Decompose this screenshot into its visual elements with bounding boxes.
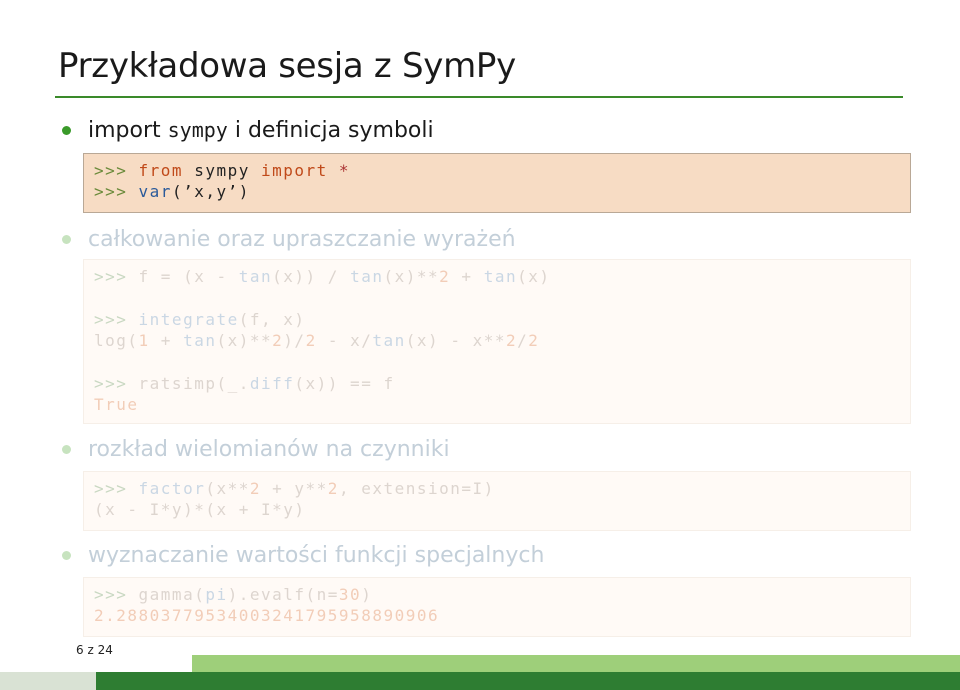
code-line: 2.28803779534003241795958890906 [94, 606, 440, 625]
bullet-label: rozkład wielomianów na czynniki [88, 437, 450, 462]
title-rule [55, 96, 903, 98]
bullet-label: import sympy i definicja symboli [88, 118, 434, 143]
bullet-gamma: wyznaczanie wartości funkcji specjalnych [62, 543, 544, 568]
code-line: >>> f = (x - tan(x)) / tan(x)**2 + tan(x… [94, 267, 551, 286]
slide-title: Przykładowa sesja z SymPy [58, 46, 516, 86]
code-line: >>> ratsimp(_.diff(x)) == f [94, 374, 395, 393]
bullet-dot-icon [62, 235, 71, 244]
bullet-integrate: całkowanie oraz upraszczanie wyrażeń [62, 227, 516, 252]
page-number: 6 z 24 [76, 643, 113, 657]
bullet-dot-icon [62, 445, 71, 454]
code-block-gamma: >>> gamma(pi).evalf(n=30) 2.288037795340… [83, 577, 911, 637]
code-line: >>> factor(x**2 + y**2, extension=I) [94, 479, 495, 498]
footer-bar-dark [96, 672, 960, 690]
bullet-factor: rozkład wielomianów na czynniki [62, 437, 450, 462]
bullet-dot-icon [62, 551, 71, 560]
code-block-integrate: >>> f = (x - tan(x)) / tan(x)**2 + tan(x… [83, 259, 911, 424]
code-block-factor: >>> factor(x**2 + y**2, extension=I) (x … [83, 471, 911, 531]
code-line: log(1 + tan(x)**2)/2 - x/tan(x) - x**2/2 [94, 331, 540, 350]
footer-bar-light [192, 655, 960, 672]
code-line: (x - I*y)*(x + I*y) [94, 500, 306, 519]
code-line: >>> var(’x,y’) [94, 182, 250, 201]
code-line: >>> gamma(pi).evalf(n=30) [94, 585, 373, 604]
footer-strip [0, 684, 96, 690]
bullet-label: całkowanie oraz upraszczanie wyrażeń [88, 227, 516, 252]
code-line: True [94, 395, 139, 414]
bullet-label: wyznaczanie wartości funkcji specjalnych [88, 543, 545, 568]
code-line: >>> integrate(f, x) [94, 310, 306, 329]
bullet-import: import sympy i definicja symboli [62, 118, 434, 143]
bullet-dot-icon [62, 126, 71, 135]
code-block-import: >>> from sympy import * >>> var(’x,y’) [83, 153, 911, 213]
code-line: >>> from sympy import * [94, 161, 351, 180]
